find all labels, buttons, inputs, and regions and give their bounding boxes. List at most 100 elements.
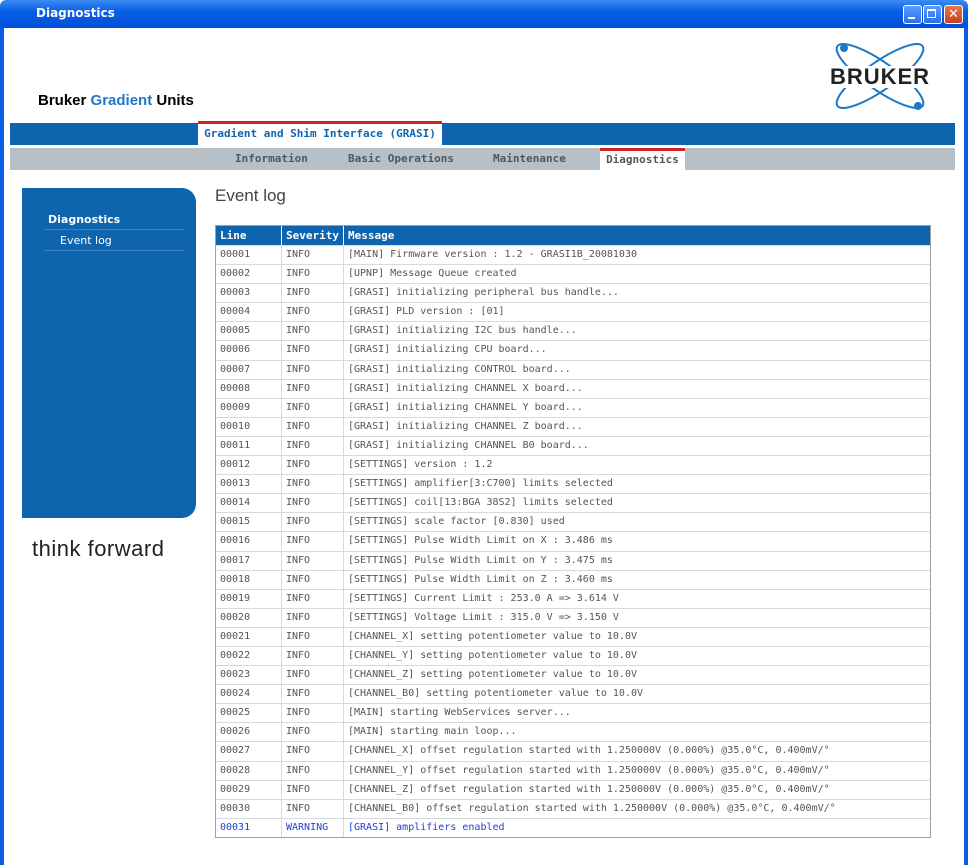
table-body: 00001 INFO [MAIN] Firmware version : 1.2 -… bbox=[216, 245, 930, 837]
cell-line: 00006 bbox=[216, 341, 282, 360]
minimize-button[interactable] bbox=[903, 5, 922, 24]
cell-severity: INFO bbox=[282, 589, 344, 608]
cell-severity: INFO bbox=[282, 456, 344, 475]
table-row: 00004 INFO [GRASI] PLD version : [01] bbox=[216, 302, 930, 322]
window-frame-right bbox=[964, 28, 968, 865]
cell-line: 00015 bbox=[216, 513, 282, 532]
sidebar-item-event-log[interactable]: Event log bbox=[60, 234, 112, 247]
table-row: 00003 INFO [GRASI] initializing peripheral… bbox=[216, 283, 930, 303]
cell-severity: INFO bbox=[282, 398, 344, 417]
brand-suffix: Units bbox=[156, 92, 194, 109]
cell-line: 00030 bbox=[216, 799, 282, 818]
cell-message: [CHANNEL_Y] offset regulation started wi… bbox=[348, 764, 830, 776]
cell-message: [CHANNEL_B0] offset regulation started w… bbox=[348, 802, 836, 814]
cell-severity: INFO bbox=[282, 780, 344, 799]
cell-message: [SETTINGS] Pulse Width Limit on Z : 3.46… bbox=[348, 573, 613, 585]
cell-message: [GRASI] initializing CHANNEL X board... bbox=[348, 382, 583, 394]
tab-maintenance[interactable]: Maintenance bbox=[493, 148, 566, 170]
table-row: 00024 INFO [CHANNEL_B0] setting potentiome… bbox=[216, 684, 930, 704]
main-nav bbox=[10, 148, 955, 170]
cell-severity: INFO bbox=[282, 284, 344, 303]
column-header-severity[interactable]: Severity bbox=[282, 226, 344, 245]
table-row: 00021 INFO [CHANNEL_X] setting potentiomet… bbox=[216, 626, 930, 646]
cell-severity: INFO bbox=[282, 341, 344, 360]
cell-severity: INFO bbox=[282, 685, 344, 704]
table-row: 00007 INFO [GRASI] initializing CONTROL bo… bbox=[216, 359, 930, 379]
table-row: 00014 INFO [SETTINGS] coil[13:BGA 38S2] li… bbox=[216, 493, 930, 513]
brand-accent: Gradient bbox=[90, 92, 153, 109]
tab-grasi[interactable]: Gradient and Shim Interface (GRASI) bbox=[198, 121, 442, 145]
cell-line: 00017 bbox=[216, 551, 282, 570]
cell-line: 00029 bbox=[216, 780, 282, 799]
cell-line: 00020 bbox=[216, 608, 282, 627]
table-row: 00009 INFO [GRASI] initializing CHANNEL Y … bbox=[216, 397, 930, 417]
table-row: 00012 INFO [SETTINGS] version : 1.2 bbox=[216, 455, 930, 475]
cell-line: 00003 bbox=[216, 284, 282, 303]
table-row: 00020 INFO [SETTINGS] Voltage Limit : 315.… bbox=[216, 607, 930, 627]
cell-severity: INFO bbox=[282, 570, 344, 589]
cell-severity: INFO bbox=[282, 379, 344, 398]
cell-line: 00005 bbox=[216, 322, 282, 341]
cell-message: [CHANNEL_Z] setting potentiometer value … bbox=[348, 669, 637, 681]
close-button[interactable]: ✕ bbox=[944, 5, 963, 24]
cell-message: [SETTINGS] version : 1.2 bbox=[348, 459, 493, 471]
cell-line: 00014 bbox=[216, 494, 282, 513]
cell-line: 00008 bbox=[216, 379, 282, 398]
cell-message: [CHANNEL_B0] setting potentiometer value… bbox=[348, 688, 644, 700]
close-icon: ✕ bbox=[948, 7, 959, 22]
table-row: 00017 INFO [SETTINGS] Pulse Width Limit on… bbox=[216, 550, 930, 570]
cell-severity: INFO bbox=[282, 799, 344, 818]
cell-line: 00022 bbox=[216, 646, 282, 666]
cell-line: 00027 bbox=[216, 742, 282, 761]
cell-line: 00021 bbox=[216, 627, 282, 646]
cell-line: 00004 bbox=[216, 303, 282, 322]
cell-severity: INFO bbox=[282, 246, 344, 265]
cell-message: [SETTINGS] coil[13:BGA 38S2] limits sele… bbox=[348, 497, 613, 509]
tab-information[interactable]: Information bbox=[235, 148, 308, 170]
brand-prefix: Bruker bbox=[38, 92, 87, 109]
table-row: 00001 INFO [MAIN] Firmware version : 1.2 -… bbox=[216, 245, 930, 265]
table-row: 00015 INFO [SETTINGS] scale factor [0.830]… bbox=[216, 512, 930, 532]
window-title: Diagnostics bbox=[36, 6, 115, 20]
cell-severity: WARNING bbox=[282, 818, 344, 837]
cell-message: [GRASI] initializing I2C bus handle... bbox=[348, 325, 577, 337]
sidebar-divider bbox=[44, 250, 184, 251]
brand-title: Bruker Gradient Units bbox=[38, 92, 194, 109]
cell-message: [CHANNEL_Z] offset regulation started wi… bbox=[348, 783, 830, 795]
table-row: 00031 WARNING [GRASI] amplifiers enabled bbox=[216, 817, 930, 837]
table-row: 00023 INFO [CHANNEL_Z] setting potentiomet… bbox=[216, 665, 930, 685]
table-row: 00025 INFO [MAIN] starting WebServices ser… bbox=[216, 703, 930, 723]
page-title: Event log bbox=[215, 186, 286, 205]
cell-line: 00010 bbox=[216, 417, 282, 436]
sidebar-heading: Diagnostics bbox=[48, 213, 121, 226]
cell-severity: INFO bbox=[282, 723, 344, 742]
cell-severity: INFO bbox=[282, 742, 344, 761]
table-row: 00011 INFO [GRASI] initializing CHANNEL B0… bbox=[216, 435, 930, 456]
tab-basic-operations[interactable]: Basic Operations bbox=[348, 148, 454, 170]
table-row: 00013 INFO [SETTINGS] amplifier[3:C700] li… bbox=[216, 474, 930, 494]
table-row: 00019 INFO [SETTINGS] Current Limit : 253.… bbox=[216, 588, 930, 608]
cell-line: 00012 bbox=[216, 456, 282, 475]
cell-severity: INFO bbox=[282, 704, 344, 723]
column-header-message[interactable]: Message bbox=[344, 226, 930, 245]
cell-severity: INFO bbox=[282, 532, 344, 551]
cell-line: 00023 bbox=[216, 666, 282, 685]
cell-message: [MAIN] starting WebServices server... bbox=[348, 707, 571, 719]
cell-message: [GRASI] amplifiers enabled bbox=[348, 821, 505, 833]
table-row: 00008 INFO [GRASI] initializing CHANNEL X … bbox=[216, 378, 930, 398]
column-header-line[interactable]: Line bbox=[216, 226, 282, 245]
cell-message: [MAIN] starting main loop... bbox=[348, 726, 517, 738]
cell-severity: INFO bbox=[282, 513, 344, 532]
cell-message: [SETTINGS] Pulse Width Limit on X : 3.48… bbox=[348, 535, 613, 547]
cell-line: 00024 bbox=[216, 685, 282, 704]
cell-message: [CHANNEL_Y] setting potentiometer value … bbox=[348, 649, 637, 661]
table-row: 00026 INFO [MAIN] starting main loop... bbox=[216, 722, 930, 742]
cell-line: 00019 bbox=[216, 589, 282, 608]
tab-diagnostics[interactable]: Diagnostics bbox=[600, 148, 685, 170]
cell-message: [GRASI] initializing CPU board... bbox=[348, 344, 547, 356]
window-title-bar[interactable]: Diagnostics ✕ bbox=[0, 0, 968, 28]
maximize-button[interactable] bbox=[923, 5, 942, 24]
cell-line: 00011 bbox=[216, 436, 282, 456]
cell-severity: INFO bbox=[282, 417, 344, 436]
cell-severity: INFO bbox=[282, 494, 344, 513]
